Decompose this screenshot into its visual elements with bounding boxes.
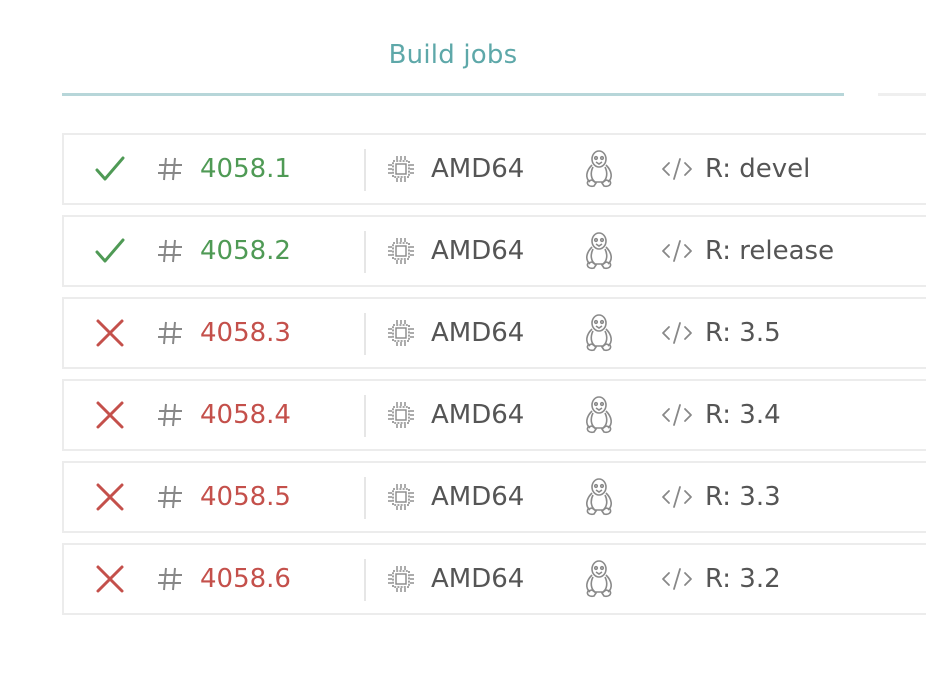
cross-icon <box>96 483 124 511</box>
status-icon <box>90 463 130 531</box>
hash-icon <box>156 381 184 449</box>
code-icon <box>660 135 694 203</box>
job-row-2[interactable]: 4058.2 AMD64 R: release <box>62 215 926 287</box>
column-divider <box>364 149 366 191</box>
build-jobs-list: 4058.1 AMD64 R: devel 4058.2 AMD64 R: re… <box>62 133 926 625</box>
column-divider <box>364 395 366 437</box>
check-icon <box>95 238 125 263</box>
cpu-icon <box>386 135 416 203</box>
hash-icon <box>156 545 184 613</box>
cross-icon <box>96 319 124 347</box>
linux-tux-icon <box>582 135 616 203</box>
status-icon <box>90 545 130 613</box>
job-number-link[interactable]: 4058.5 <box>200 463 291 531</box>
hash-icon <box>156 299 184 367</box>
linux-tux-icon <box>582 545 616 613</box>
column-divider <box>364 313 366 355</box>
status-icon <box>90 299 130 367</box>
cross-icon <box>96 401 124 429</box>
cpu-icon <box>386 545 416 613</box>
column-divider <box>364 477 366 519</box>
r-version-label: R: 3.3 <box>705 482 781 512</box>
column-divider <box>364 559 366 601</box>
cpu-icon <box>386 381 416 449</box>
code-icon <box>660 545 694 613</box>
job-number-link[interactable]: 4058.1 <box>200 135 291 203</box>
tab-build-jobs[interactable]: Build jobs <box>62 0 844 96</box>
job-row-6[interactable]: 4058.6 AMD64 R: 3.2 <box>62 543 926 615</box>
cpu-icon <box>386 299 416 367</box>
cpu-icon <box>386 463 416 531</box>
arch-label: AMD64 <box>431 318 525 348</box>
code-icon <box>660 299 694 367</box>
job-number-link[interactable]: 4058.2 <box>200 217 291 285</box>
r-version-label: R: 3.4 <box>705 400 781 430</box>
status-icon <box>90 217 130 285</box>
build-jobs-page: Build jobs 4058.1 AMD64 R: devel 4058.2 … <box>0 0 926 684</box>
hash-icon <box>156 135 184 203</box>
status-icon <box>90 381 130 449</box>
check-icon <box>95 156 125 181</box>
arch-label: AMD64 <box>431 236 525 266</box>
job-row-1[interactable]: 4058.1 AMD64 R: devel <box>62 133 926 205</box>
tab-build-jobs-label: Build jobs <box>388 40 518 70</box>
code-icon <box>660 381 694 449</box>
hash-icon <box>156 463 184 531</box>
r-version-label: R: 3.5 <box>705 318 781 348</box>
cross-icon <box>96 565 124 593</box>
code-icon <box>660 217 694 285</box>
r-version-label: R: devel <box>705 154 811 184</box>
column-divider <box>364 231 366 273</box>
cpu-icon <box>386 217 416 285</box>
linux-tux-icon <box>582 463 616 531</box>
job-number-link[interactable]: 4058.3 <box>200 299 291 367</box>
r-version-label: R: 3.2 <box>705 564 781 594</box>
tab-next[interactable] <box>878 0 926 96</box>
hash-icon <box>156 217 184 285</box>
arch-label: AMD64 <box>431 482 525 512</box>
linux-tux-icon <box>582 381 616 449</box>
arch-label: AMD64 <box>431 400 525 430</box>
linux-tux-icon <box>582 299 616 367</box>
status-icon <box>90 135 130 203</box>
job-number-link[interactable]: 4058.6 <box>200 545 291 613</box>
job-number-link[interactable]: 4058.4 <box>200 381 291 449</box>
code-icon <box>660 463 694 531</box>
job-row-4[interactable]: 4058.4 AMD64 R: 3.4 <box>62 379 926 451</box>
arch-label: AMD64 <box>431 154 525 184</box>
job-row-5[interactable]: 4058.5 AMD64 R: 3.3 <box>62 461 926 533</box>
arch-label: AMD64 <box>431 564 525 594</box>
job-row-3[interactable]: 4058.3 AMD64 R: 3.5 <box>62 297 926 369</box>
tab-bar: Build jobs <box>0 0 926 96</box>
linux-tux-icon <box>582 217 616 285</box>
r-version-label: R: release <box>705 236 835 266</box>
